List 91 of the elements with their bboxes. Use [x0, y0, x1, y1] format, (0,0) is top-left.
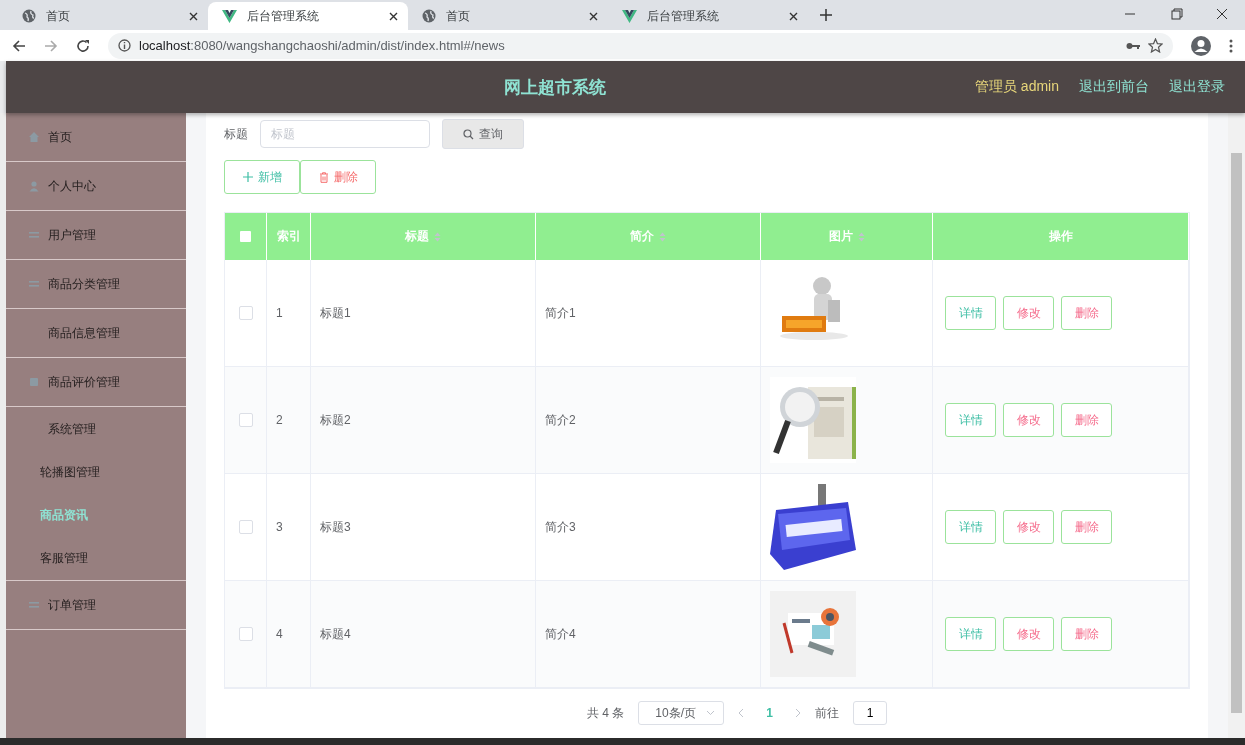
- edit-button[interactable]: 修改: [1003, 510, 1054, 544]
- total-count: 共 4 条: [587, 704, 625, 722]
- table-cell: 4: [276, 627, 283, 641]
- profile-icon[interactable]: [1191, 35, 1211, 56]
- detail-button[interactable]: 详情: [945, 403, 996, 437]
- row-checkbox[interactable]: [238, 520, 253, 534]
- home-icon: [28, 131, 40, 143]
- address-bar[interactable]: localhost:8080/wangshangchaoshi/admin/dist/index.html#/news: [108, 32, 1173, 59]
- table-cell: 标题1: [320, 304, 351, 322]
- browser-tab[interactable]: 后台管理系统: [608, 2, 808, 30]
- globe-icon: [422, 9, 436, 23]
- document-icon: [28, 376, 40, 388]
- detail-button[interactable]: 详情: [945, 510, 996, 544]
- sidebar-subitem[interactable]: 商品资讯: [6, 494, 186, 537]
- table-cell: 简介1: [545, 304, 576, 322]
- table-cell: 简介2: [545, 411, 576, 429]
- add-button[interactable]: 新增: [224, 160, 300, 194]
- detail-button[interactable]: 详情: [945, 296, 996, 330]
- edit-button[interactable]: 修改: [1003, 296, 1054, 330]
- info-icon: [118, 39, 131, 52]
- column-title: 索引: [276, 228, 301, 245]
- table-cell: 简介3: [545, 518, 576, 536]
- column-title: 操作: [1048, 228, 1073, 245]
- list-icon: [28, 278, 40, 290]
- next-page-icon[interactable]: [795, 708, 801, 718]
- goto-label: 前往: [815, 704, 839, 722]
- edit-button[interactable]: 修改: [1003, 617, 1054, 651]
- page-size-select[interactable]: 10条/页: [638, 701, 725, 725]
- table-cell: 2: [276, 413, 283, 427]
- row-checkbox[interactable]: [238, 413, 253, 427]
- forward-icon[interactable]: [44, 38, 58, 53]
- sort-icon[interactable]: [659, 231, 666, 242]
- delete-button[interactable]: 删除: [1061, 617, 1112, 651]
- header-link[interactable]: 退出登录: [1169, 78, 1225, 96]
- delete-button[interactable]: 删除: [1061, 403, 1112, 437]
- search-field[interactable]: 标题: [260, 120, 430, 148]
- delete-button[interactable]: 删除: [1061, 510, 1112, 544]
- header-link[interactable]: 退出到前台: [1079, 78, 1149, 96]
- search-button[interactable]: 查询: [442, 119, 524, 149]
- goto-page-field[interactable]: 1: [853, 701, 887, 725]
- back-icon[interactable]: [12, 38, 26, 53]
- key-icon[interactable]: [1126, 40, 1140, 51]
- sidebar-subitem[interactable]: 客服管理: [6, 537, 186, 580]
- delete-button[interactable]: 删除: [1061, 296, 1112, 330]
- search-icon: [463, 128, 474, 140]
- sidebar-item[interactable]: 系统管理: [6, 407, 186, 451]
- table-cell: 标题2: [320, 411, 351, 429]
- app-title: 网上超市系统: [503, 76, 608, 99]
- close-icon[interactable]: [189, 11, 198, 21]
- list-icon: [28, 599, 40, 611]
- close-icon[interactable]: [389, 11, 398, 21]
- table-cell: 标题3: [320, 518, 351, 536]
- delete-button[interactable]: 删除: [300, 160, 376, 194]
- row-checkbox[interactable]: [238, 627, 253, 641]
- table-cell: 1: [276, 306, 283, 320]
- v-logo-icon: [622, 9, 637, 23]
- table-cell: 3: [276, 520, 283, 534]
- close-icon[interactable]: [589, 11, 598, 21]
- sort-icon[interactable]: [857, 231, 865, 242]
- v-logo-icon: [222, 9, 237, 23]
- reload-icon[interactable]: [76, 38, 90, 53]
- row-checkbox[interactable]: [238, 306, 253, 320]
- edit-button[interactable]: 修改: [1003, 403, 1054, 437]
- column-title: 图片: [828, 228, 853, 245]
- browser-tab[interactable]: 后台管理系统: [208, 2, 408, 30]
- globe-icon: [22, 9, 36, 23]
- column-title: 标题: [405, 228, 429, 245]
- select-all-checkbox[interactable]: [240, 231, 251, 242]
- plus-icon: [242, 172, 253, 182]
- sidebar-subitem[interactable]: 轮播图管理: [6, 451, 186, 494]
- new-tab-icon[interactable]: [820, 9, 832, 21]
- sort-icon[interactable]: [434, 231, 441, 242]
- menu-icon[interactable]: [1229, 38, 1233, 53]
- caret-icon: [706, 710, 716, 716]
- url-text: localhost:8080/wangshangchaoshi/admin/dist/index.html#/news: [139, 38, 505, 53]
- scrollbar-thumb[interactable]: [1231, 153, 1242, 713]
- column-title: 简介: [630, 228, 654, 245]
- table-cell: 简介4: [545, 625, 576, 643]
- table-cell: 标题4: [320, 625, 351, 643]
- star-icon[interactable]: [1148, 38, 1163, 53]
- close-icon[interactable]: [789, 11, 798, 21]
- user-label: 管理员 admin: [974, 78, 1059, 96]
- browser-tab[interactable]: 首页: [8, 2, 208, 30]
- page-number[interactable]: 1: [758, 706, 781, 720]
- detail-button[interactable]: 详情: [945, 617, 996, 651]
- user-icon: [28, 180, 40, 192]
- trash-icon: [318, 171, 329, 183]
- prev-page-icon[interactable]: [738, 708, 745, 718]
- search-label: 标题: [224, 125, 248, 143]
- list-icon: [28, 229, 40, 241]
- browser-tab[interactable]: 首页: [408, 2, 608, 30]
